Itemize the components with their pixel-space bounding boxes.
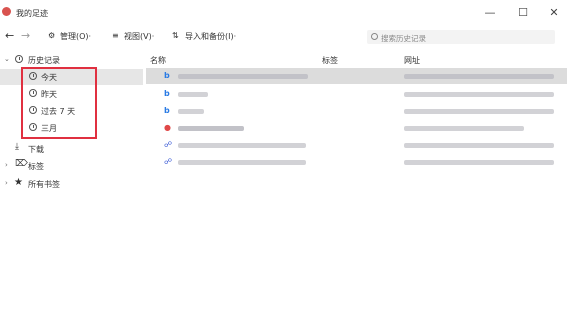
blurred-title xyxy=(178,143,306,148)
bing-icon: b xyxy=(164,71,170,80)
bing-icon: b xyxy=(164,89,170,98)
blurred-title xyxy=(178,126,244,131)
star-icon: ★ xyxy=(14,177,23,188)
column-header-tags[interactable]: 标签 xyxy=(322,55,338,66)
forward-button[interactable]: → xyxy=(21,29,30,42)
link-icon: ☍ xyxy=(164,157,173,166)
minimize-button[interactable]: — xyxy=(481,5,499,21)
highlight-annotation-box xyxy=(21,67,97,139)
list-item[interactable]: b xyxy=(146,103,567,119)
gear-icon: ⚙ xyxy=(48,31,56,40)
window-title: 我的足迹 xyxy=(16,9,48,18)
sort-arrows-icon: ⇅ xyxy=(172,31,179,40)
close-button[interactable]: ✕ xyxy=(545,5,563,21)
blurred-url xyxy=(404,92,554,97)
view-menu[interactable]: 视图(V)· xyxy=(124,31,154,42)
history-list: 名称 标签 网址 b b b ● ☍ ☍ xyxy=(146,50,567,328)
sidebar-item-downloads[interactable]: ⤓ 下载 xyxy=(0,141,143,157)
blurred-title xyxy=(178,74,308,79)
sidebar-item-all-bookmarks[interactable]: › ★ 所有书签 xyxy=(0,176,143,192)
list-item[interactable]: ☍ xyxy=(146,137,567,153)
tag-icon: ⌦ xyxy=(15,159,28,169)
back-button[interactable]: ← xyxy=(5,29,14,42)
chevron-down-icon[interactable]: ⌄ xyxy=(4,55,10,63)
link-icon: ☍ xyxy=(164,140,173,149)
red-site-icon: ● xyxy=(164,123,171,132)
search-icon xyxy=(371,33,378,40)
import-backup-menu[interactable]: 导入和备份(I)· xyxy=(185,31,236,42)
blurred-url xyxy=(404,160,554,165)
sidebar-item-history[interactable]: ⌄ 历史记录 xyxy=(0,52,143,68)
column-header-name[interactable]: 名称 xyxy=(150,55,166,66)
list-item[interactable]: ☍ xyxy=(146,154,567,170)
list-item[interactable]: ● xyxy=(146,120,567,136)
blurred-url xyxy=(404,109,554,114)
search-input[interactable]: 搜索历史记录 xyxy=(367,30,555,44)
app-icon xyxy=(2,7,11,16)
blurred-title xyxy=(178,92,208,97)
maximize-button[interactable]: ☐ xyxy=(514,5,532,21)
chevron-right-icon[interactable]: › xyxy=(5,161,8,169)
sidebar-item-tags[interactable]: › ⌦ 标签 xyxy=(0,158,143,174)
blurred-url xyxy=(404,143,554,148)
blurred-title xyxy=(178,109,204,114)
view-list-icon: ≡ xyxy=(112,31,119,40)
blurred-url xyxy=(404,74,554,79)
manage-menu[interactable]: 管理(O)· xyxy=(60,31,91,42)
chevron-right-icon[interactable]: › xyxy=(5,179,8,187)
sidebar-item-label: 历史记录 xyxy=(28,56,60,65)
download-icon: ⤓ xyxy=(15,142,19,152)
sidebar-item-label: 下载 xyxy=(28,145,44,154)
column-header-url[interactable]: 网址 xyxy=(404,55,420,66)
blurred-title xyxy=(178,160,306,165)
list-item[interactable]: b xyxy=(146,86,567,102)
search-placeholder: 搜索历史记录 xyxy=(381,34,426,43)
sidebar-item-label: 标签 xyxy=(28,162,44,171)
clock-icon xyxy=(15,55,23,63)
bing-icon: b xyxy=(164,106,170,115)
sidebar-item-label: 所有书签 xyxy=(28,180,60,189)
blurred-url xyxy=(404,126,524,131)
list-item[interactable]: b xyxy=(146,68,567,84)
title-bar: 我的足迹 — ☐ ✕ xyxy=(0,0,567,26)
